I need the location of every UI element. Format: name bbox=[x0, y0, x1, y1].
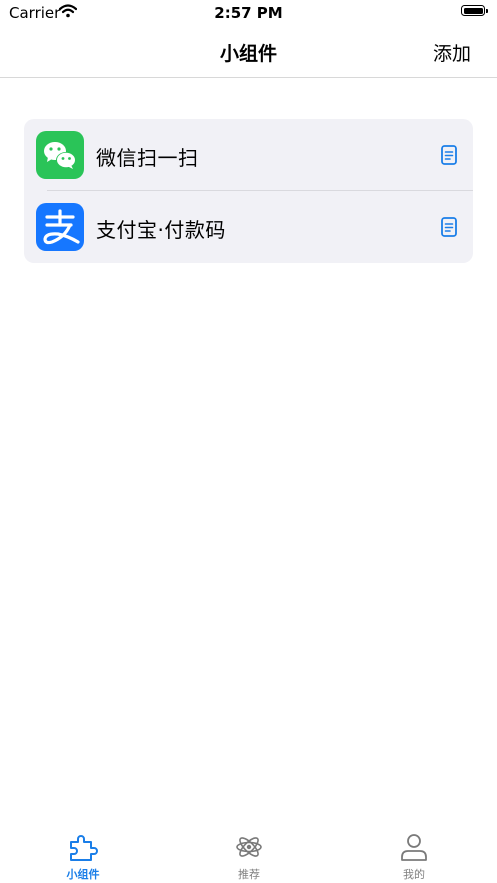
widget-label: 微信扫一扫 bbox=[96, 146, 199, 170]
edit-note-icon[interactable] bbox=[439, 144, 459, 166]
edit-note-icon[interactable] bbox=[439, 216, 459, 238]
tab-recommend[interactable]: 推荐 bbox=[166, 822, 332, 883]
tab-mine[interactable]: 我的 bbox=[331, 822, 497, 883]
widget-row-wechat-scan[interactable]: 微信扫一扫 bbox=[24, 119, 473, 191]
wechat-icon bbox=[36, 131, 84, 179]
alipay-icon bbox=[36, 203, 84, 251]
status-time: 2:57 PM bbox=[214, 4, 283, 22]
tab-widgets[interactable]: 小组件 bbox=[0, 822, 166, 883]
battery-cap bbox=[486, 9, 488, 13]
navigation-bar: 小组件 添加 bbox=[0, 26, 497, 78]
add-button[interactable]: 添加 bbox=[433, 39, 471, 66]
page-title: 小组件 bbox=[219, 43, 277, 65]
widget-row-alipay-pay-code[interactable]: 支付宝·付款码 bbox=[24, 191, 473, 263]
tab-bar: 小组件 推荐 我的 bbox=[0, 822, 497, 883]
tab-label: 我的 bbox=[403, 868, 425, 881]
battery-icon bbox=[461, 5, 485, 16]
status-bar: Carrier 2:57 PM bbox=[0, 0, 497, 26]
tab-label: 小组件 bbox=[66, 868, 100, 881]
widget-list: 微信扫一扫 支付宝·付款码 bbox=[24, 119, 473, 263]
tab-label: 推荐 bbox=[238, 868, 260, 881]
widget-label: 支付宝·付款码 bbox=[96, 218, 226, 242]
